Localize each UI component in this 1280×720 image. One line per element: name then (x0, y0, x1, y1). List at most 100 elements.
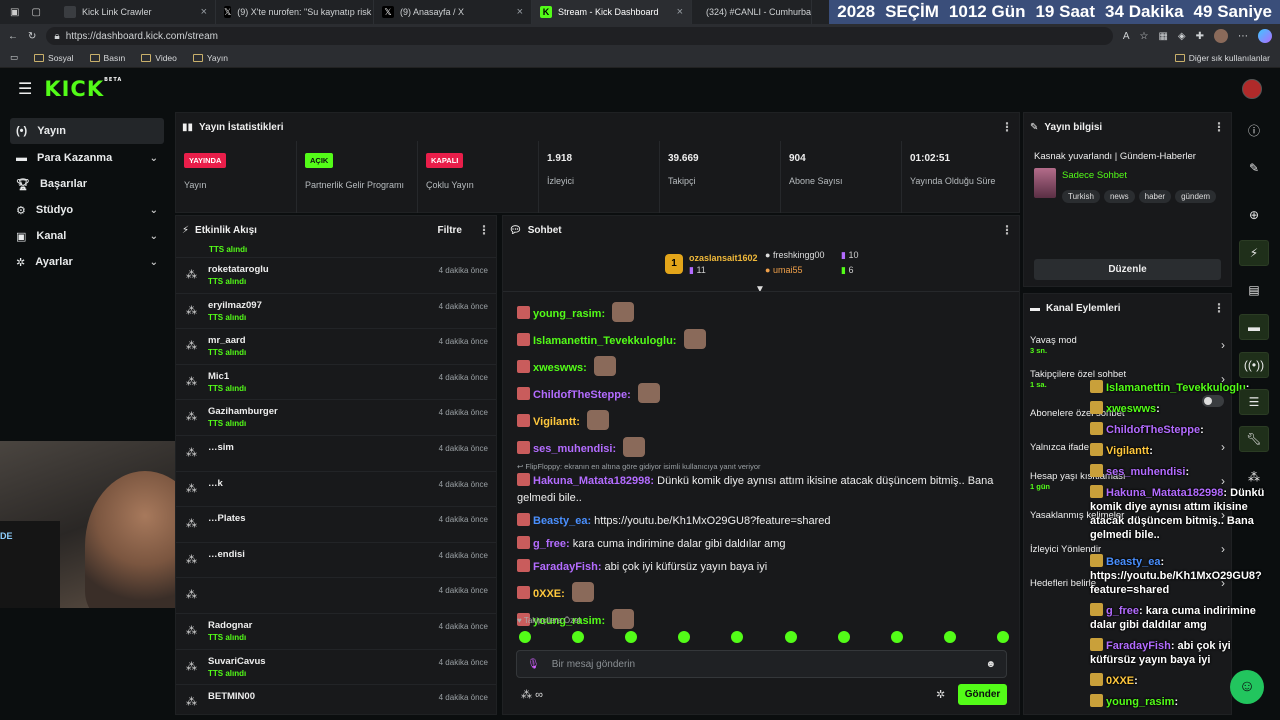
event-username[interactable]: Mic1 (208, 371, 246, 382)
sidebar-item-achievements[interactable]: 🏆︎ Başarılar (10, 171, 164, 197)
chat-username[interactable]: FaradayFish (533, 561, 598, 573)
extension-icon[interactable]: ◈ (1178, 31, 1186, 42)
points-icon[interactable]: ⁂ (521, 689, 532, 701)
chat-username[interactable]: Vigilantt (533, 416, 576, 428)
copilot-icon[interactable] (1258, 29, 1272, 43)
kick-logo[interactable]: KICKBETA (44, 77, 122, 101)
broadcast-icon[interactable]: ((•)) (1239, 352, 1269, 378)
edit-button[interactable]: Düzenle (1034, 259, 1221, 280)
infinity-icon[interactable]: ∞ (535, 689, 543, 701)
emote-icon[interactable] (625, 631, 638, 643)
emote-icon[interactable] (996, 631, 1009, 643)
more-options-icon[interactable]: ⋮ (1001, 120, 1013, 134)
stream-category[interactable]: Sadece Sohbet (1062, 170, 1127, 181)
chat-username[interactable]: Beasty_ea (533, 515, 587, 527)
url-field[interactable]: 🔒︎ https://dashboard.kick.com/stream (46, 27, 1113, 45)
emote-icon[interactable] (837, 631, 850, 643)
close-icon[interactable]: × (517, 6, 523, 18)
chat-icon[interactable]: ▬ (1239, 314, 1269, 340)
sidebar-item-monetization[interactable]: ▬ Para Kazanma ⌄ (10, 145, 164, 171)
microphone-icon[interactable]: 🎙︎ (527, 659, 540, 670)
bookmark-folder[interactable]: Video (141, 53, 177, 63)
puzzle-icon[interactable]: ✚ (1196, 31, 1204, 42)
chat-username[interactable]: xweswws (533, 362, 583, 374)
event-username[interactable]: BETMIN00 (208, 691, 255, 702)
chat-username[interactable]: ChildofTheSteppe (533, 389, 627, 401)
read-aloud-icon[interactable]: A (1123, 31, 1130, 42)
tab-3[interactable]: K Stream - Kick Dashboard × (532, 0, 692, 24)
dots-icon[interactable]: ⁂ (1239, 464, 1269, 490)
more-options-icon[interactable]: ⋮ (1213, 301, 1225, 315)
leader-name[interactable]: freshkingg00 (773, 250, 825, 260)
chat-username[interactable]: Hakuna_Matata182998 (533, 475, 650, 487)
crosshair-icon[interactable]: ⊕ (1239, 202, 1269, 228)
emote-icon[interactable] (678, 631, 691, 643)
more-options-icon[interactable]: ⋮ (1001, 223, 1013, 237)
tab-2[interactable]: 𝕏 (9) Anasayfa / X × (374, 0, 532, 24)
lightning-icon[interactable]: ⚡ (1239, 240, 1269, 266)
sidebar-item-settings[interactable]: ✲ Ayarlar ⌄ (10, 249, 164, 275)
window-menu-icon[interactable]: ▣ (10, 7, 19, 18)
refresh-icon[interactable]: ↻ (28, 31, 36, 42)
filter-button[interactable]: Filtre (438, 225, 462, 236)
event-username[interactable]: Gazihamburger (208, 406, 278, 417)
document-icon[interactable]: ▤ (1239, 277, 1269, 303)
emoji-icon[interactable]: ☻ (985, 659, 996, 670)
back-icon[interactable]: ← (8, 31, 18, 42)
emote-icon[interactable] (731, 631, 744, 643)
bookmark-folder[interactable]: Basın (89, 53, 125, 63)
user-avatar[interactable] (1242, 79, 1262, 99)
chat-input[interactable]: 🎙︎ Bir mesaj gönderin ☻ (516, 650, 1007, 678)
other-bookmarks[interactable]: Diğer sık kullanılanlar (1174, 53, 1270, 63)
emote-icon[interactable] (519, 631, 531, 643)
sidebar-item-stream[interactable]: (•) Yayın (10, 118, 164, 144)
close-icon[interactable]: × (677, 6, 683, 18)
chat-username[interactable]: 0XXE (533, 588, 561, 600)
more-options-icon[interactable]: ⋮ (1213, 120, 1225, 134)
event-username[interactable]: …sim (208, 442, 234, 453)
chat-settings-icon[interactable]: ✲ (936, 688, 945, 701)
chat-username[interactable]: young_rasim (533, 308, 601, 320)
favorite-star-icon[interactable]: ☆ (1139, 31, 1148, 42)
tab-0[interactable]: Kick Link Crawler × (56, 0, 216, 24)
more-menu-icon[interactable]: ⋯ (1238, 31, 1248, 42)
channel-action-item[interactable]: Yavaş mod 3 sn. › (1030, 328, 1225, 362)
close-icon[interactable]: × (201, 6, 207, 18)
chat-username[interactable]: Islamanettin_Tevekkuloglu (533, 335, 673, 347)
edit-icon[interactable]: ✎ (1239, 155, 1269, 181)
hamburger-menu-icon[interactable]: ☰ (18, 79, 32, 99)
emote-icon[interactable] (943, 631, 956, 643)
tab-4[interactable]: (324) #CANLI - Cumhurbaşk (692, 0, 812, 24)
stack-icon[interactable]: ☰ (1239, 389, 1269, 415)
reading-list-icon[interactable]: ▭ (10, 52, 18, 63)
send-button[interactable]: Gönder (958, 684, 1007, 705)
emote-icon[interactable] (572, 631, 585, 643)
extension-icon[interactable]: ▦ (1158, 31, 1167, 42)
sidebar-item-studio[interactable]: ⚙ Stüdyo ⌄ (10, 197, 164, 223)
leader-name[interactable]: ozaslansait1602 (689, 253, 758, 263)
event-username[interactable]: eryilmaz097 (208, 300, 262, 311)
bookmark-folder[interactable]: Sosyal (34, 53, 74, 63)
wrench-icon[interactable]: 🔧︎ (1239, 426, 1269, 452)
event-username[interactable]: …endisi (208, 549, 245, 560)
support-chat-button[interactable]: ☺ (1230, 670, 1264, 704)
chat-username[interactable]: ses_muhendisi (533, 443, 612, 455)
sidebar-item-channel[interactable]: ▣ Kanal ⌄ (10, 223, 164, 249)
collapse-leaderboard-icon[interactable]: ▼ (755, 284, 765, 295)
chat-username[interactable]: g_free (533, 538, 566, 550)
event-username[interactable]: …k (208, 478, 223, 489)
info-icon[interactable]: ⓘ (1239, 117, 1269, 143)
event-username[interactable]: Radognar (208, 620, 252, 631)
more-options-icon[interactable]: ⋮ (478, 223, 490, 237)
emote-icon[interactable] (890, 631, 903, 643)
tab-actions-icon[interactable]: ▢ (31, 7, 40, 18)
tab-1[interactable]: 𝕏(9) X'te nurofen: "Su kaynatıp risk× (216, 0, 374, 24)
event-username[interactable]: mr_aard (208, 335, 246, 346)
emote-icon[interactable] (784, 631, 797, 643)
event-username[interactable]: roketataroglu (208, 264, 269, 275)
leader-name[interactable]: umai55 (773, 265, 803, 275)
event-username[interactable]: SuvariCavus (208, 656, 266, 667)
event-username[interactable]: …Plates (208, 513, 246, 524)
bookmark-folder[interactable]: Yayın (192, 53, 228, 63)
profile-avatar[interactable] (1214, 29, 1228, 43)
